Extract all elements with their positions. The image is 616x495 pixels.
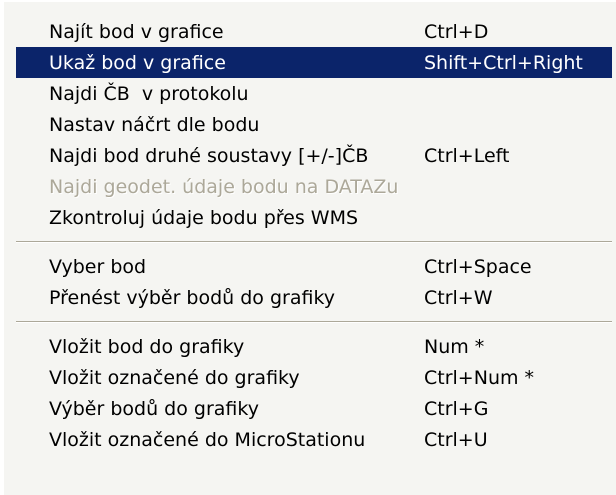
menu-separator [16,233,616,251]
menu-item-label: Najdi ČB v protokolu [49,82,249,105]
menu-item-shortcut: Ctrl+U [424,428,488,451]
menu-item-shortcut: Ctrl+W [424,286,493,309]
menu-item-prenest-vyber-bodu[interactable]: Přenést výběr bodů do grafiky Ctrl+W [16,282,616,313]
menu-item-najdi-bod-druhe-soustavy[interactable]: Najdi bod druhé soustavy [+/-]ČB Ctrl+Le… [16,140,616,171]
menu-item-shortcut: Ctrl+D [424,20,489,43]
menu-item-label: Najdi bod druhé soustavy [+/-]ČB [49,144,369,167]
menu-item-shortcut: Ctrl+Num * [424,366,535,389]
context-menu: Najít bod v grafice Ctrl+D Ukaž bod v gr… [2,0,616,495]
menu-item-ukaz-bod-v-grafice[interactable]: Ukaž bod v grafice Shift+Ctrl+Right [16,47,612,78]
menu-item-label: Výběr bodů do grafiky [49,397,259,420]
menu-item-label: Najít bod v grafice [49,20,224,43]
menu-item-label: Zkontroluj údaje bodu přes WMS [49,206,359,229]
menu-item-vyber-bod[interactable]: Vyber bod Ctrl+Space [16,251,616,282]
menu-item-vlozit-oznacene-do-grafiky[interactable]: Vložit označené do grafiky Ctrl+Num * [16,362,616,393]
menu-item-label: Vyber bod [49,255,147,278]
menu-item-najit-bod-v-grafice[interactable]: Najít bod v grafice Ctrl+D [16,16,616,47]
menu-item-shortcut: Ctrl+Space [424,255,532,278]
menu-item-vlozit-oznacene-do-microstationu[interactable]: Vložit označené do MicroStationu Ctrl+U [16,424,616,455]
menu-item-label: Ukaž bod v grafice [49,51,226,74]
menu-item-shortcut: Ctrl+G [424,397,489,420]
menu-item-shortcut: Shift+Ctrl+Right [424,51,583,74]
menu-item-label: Vložit bod do grafiky [49,335,245,358]
menu-item-vyber-bodu-do-grafiky[interactable]: Výběr bodů do grafiky Ctrl+G [16,393,616,424]
menu-item-vlozit-bod-do-grafiky[interactable]: Vložit bod do grafiky Num * [16,331,616,362]
menu-item-label: Přenést výběr bodů do grafiky [49,286,336,309]
menu-item-najdi-cb-v-protokolu[interactable]: Najdi ČB v protokolu [16,78,616,109]
menu-item-shortcut: Num * [424,335,485,358]
menu-item-najdi-geodet-udaje-disabled: Najdi geodet. údaje bodu na DATAZu [16,171,616,202]
menu-item-zkontroluj-udaje-wms[interactable]: Zkontroluj údaje bodu přes WMS [16,202,616,233]
menu-separator [16,313,616,331]
menu-item-label: Nastav náčrt dle bodu [49,113,260,136]
menu-item-label: Najdi geodet. údaje bodu na DATAZu [49,175,399,198]
menu-item-label: Vložit označené do MicroStationu [49,428,366,451]
menu-item-nastav-nacrt-dle-bodu[interactable]: Nastav náčrt dle bodu [16,109,616,140]
menu-item-shortcut: Ctrl+Left [424,144,510,167]
menu-item-label: Vložit označené do grafiky [49,366,300,389]
